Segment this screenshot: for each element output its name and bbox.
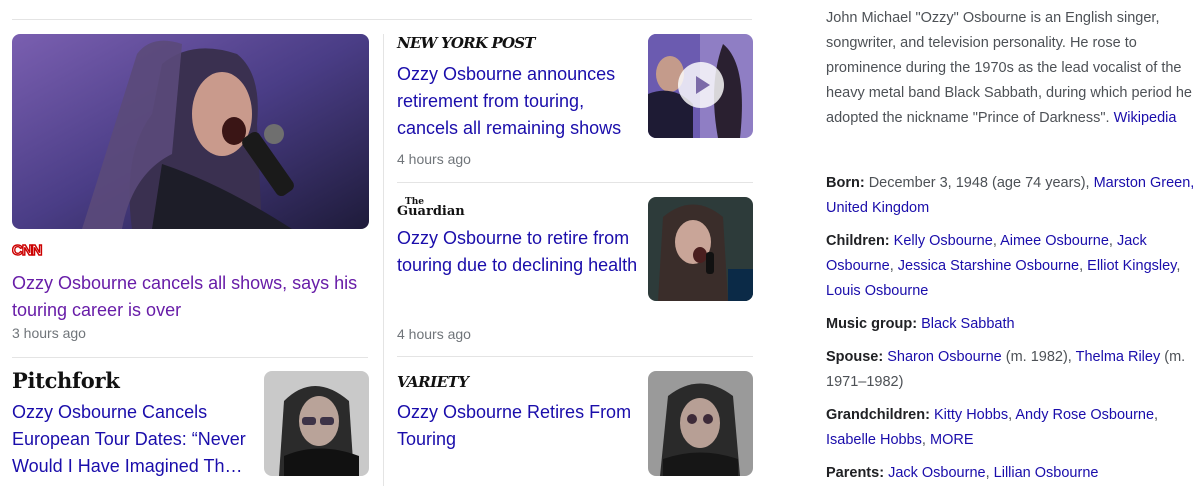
kp-born: Born: December 3, 1948 (age 74 years), M… xyxy=(826,171,1196,221)
kp-children: Children: Kelly Osbourne, Aimee Osbourne… xyxy=(826,233,1181,299)
top-divider xyxy=(12,19,752,20)
nypost-logo: NEW YORK POST xyxy=(397,34,535,52)
kp-parent-link[interactable]: Jack Osbourne xyxy=(888,465,986,481)
cnn-headline[interactable]: Ozzy Osbourne cancels all shows, says hi… xyxy=(12,270,372,324)
kp-child-link[interactable]: Aimee Osbourne xyxy=(1000,233,1109,249)
kp-spouse-link[interactable]: Sharon Osbourne xyxy=(887,349,1001,365)
kp-parents: Parents: Jack Osbourne, Lillian Osbourne xyxy=(826,465,1099,481)
kp-spouse-link[interactable]: Thelma Riley xyxy=(1076,349,1161,365)
kp-grandchildren: Grandchildren: Kitty Hobbs, Andy Rose Os… xyxy=(826,407,1159,448)
kp-music-group-label: Music group: xyxy=(826,316,918,332)
kp-spouse-label: Spouse: xyxy=(826,349,884,365)
kp-grandchild-link[interactable]: Andy Rose Osbourne xyxy=(1015,407,1154,423)
guardian-article-image[interactable] xyxy=(648,197,753,301)
kp-wikipedia-link[interactable]: Wikipedia xyxy=(1114,110,1177,126)
kp-child-link[interactable]: Elliot Kingsley xyxy=(1087,258,1176,274)
kp-born-label: Born: xyxy=(826,175,865,191)
cnn-logo: CNN xyxy=(11,241,44,263)
kp-description: John Michael "Ozzy" Osbourne is an Engli… xyxy=(826,10,1192,126)
kp-spouse-note: (m. 1982), xyxy=(1005,349,1072,365)
guardian-headline[interactable]: Ozzy Osbourne to retire from touring due… xyxy=(397,225,642,279)
divider xyxy=(397,182,753,183)
guardian-logo-name: Guardian xyxy=(397,204,465,219)
cnn-logo-text: CNN xyxy=(12,242,42,258)
guardian-time: 4 hours ago xyxy=(397,326,471,342)
divider xyxy=(12,357,368,358)
kp-grandchild-link[interactable]: Kitty Hobbs xyxy=(934,407,1008,423)
kp-grandchild-link[interactable]: Isabelle Hobbs xyxy=(826,432,922,448)
kp-child-link[interactable]: Kelly Osbourne xyxy=(894,233,993,249)
kp-music-group: Music group: Black Sabbath xyxy=(826,312,1196,337)
cnn-article-image[interactable] xyxy=(12,34,369,229)
kp-parent-link[interactable]: Lillian Osbourne xyxy=(994,465,1099,481)
kp-children-label: Children: xyxy=(826,233,890,249)
pitchfork-article-image[interactable] xyxy=(264,371,369,476)
kp-parents-label: Parents: xyxy=(826,465,885,481)
pitchfork-logo: Pitchfork xyxy=(12,368,120,393)
kp-child-link[interactable]: Jessica Starshine Osbourne xyxy=(898,258,1079,274)
column-divider xyxy=(383,34,384,486)
pitchfork-headline[interactable]: Ozzy Osbourne Cancels European Tour Date… xyxy=(12,399,257,480)
kp-description-block: John Michael "Ozzy" Osbourne is an Engli… xyxy=(826,6,1196,131)
kp-grandchildren-more-link[interactable]: MORE xyxy=(930,432,974,448)
kp-music-group-link[interactable]: Black Sabbath xyxy=(921,316,1015,332)
divider xyxy=(397,356,753,357)
nypost-headline[interactable]: Ozzy Osbourne announces retirement from … xyxy=(397,61,637,142)
variety-logo: VARIETY xyxy=(397,373,469,391)
kp-grandchildren-label: Grandchildren: xyxy=(826,407,930,423)
kp-born-text: December 3, 1948 (age 74 years), xyxy=(868,175,1090,191)
variety-article-image[interactable] xyxy=(648,371,753,476)
kp-spouse: Spouse: Sharon Osbourne (m. 1982), Thelm… xyxy=(826,345,1196,395)
cnn-time: 3 hours ago xyxy=(12,325,86,341)
guardian-logo: The Guardian xyxy=(397,198,465,219)
kp-child-link[interactable]: Louis Osbourne xyxy=(826,283,928,299)
nypost-time: 4 hours ago xyxy=(397,151,471,167)
variety-headline[interactable]: Ozzy Osbourne Retires From Touring xyxy=(397,399,642,453)
play-icon[interactable] xyxy=(678,62,724,108)
